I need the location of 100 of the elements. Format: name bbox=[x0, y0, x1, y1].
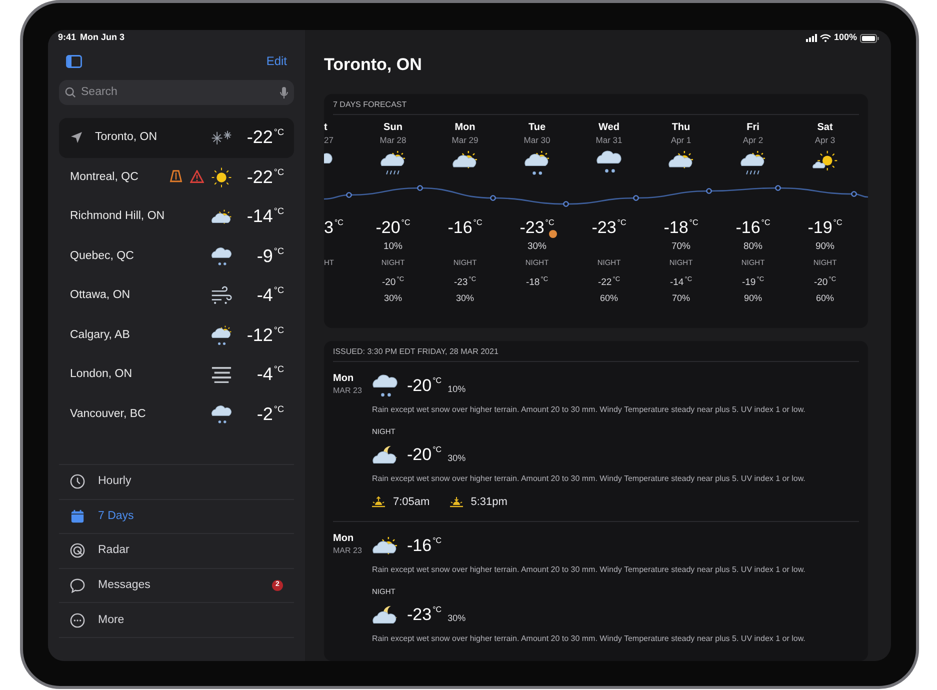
location-arrow-icon bbox=[70, 131, 83, 144]
day-name: Tue bbox=[528, 121, 546, 134]
temperature: -14$^{°C}$ bbox=[246, 205, 284, 228]
search-field[interactable]: Search bbox=[59, 80, 294, 105]
temperature: -16$^{°C}$ bbox=[407, 536, 442, 556]
high-temperature: -19$^{°C}$ bbox=[808, 218, 842, 238]
temperature: -9$^{°C}$ bbox=[256, 244, 284, 268]
day-name: Sun bbox=[384, 121, 402, 134]
date-label: Apr 1 bbox=[670, 134, 692, 146]
precipitation: 10% bbox=[383, 240, 402, 252]
night-temperature: -20$^{°C}$ bbox=[382, 276, 404, 288]
card-heading: 7 DAYS FORECAST bbox=[333, 100, 408, 110]
forecast-description: Rain except wet snow over higher terrain. Amount 20 to 30 mm. Windy Temperature steady near plus 5. UV index 1 or low. bbox=[372, 564, 806, 574]
night-precipitation: 30% bbox=[384, 292, 402, 303]
day-name: Mon bbox=[333, 532, 355, 544]
precipitation: 30% bbox=[448, 452, 466, 466]
radar-icon bbox=[70, 543, 85, 558]
forecast-description: Rain except wet snow over higher terrain. Amount 20 to 30 mm. Windy Temperature steady near plus 5. UV index 1 or low. bbox=[372, 473, 806, 484]
signal-icon bbox=[806, 34, 817, 42]
precipitation: 90% bbox=[815, 240, 834, 252]
date-label: Mar 29 bbox=[452, 134, 478, 146]
night-precipitation: 90% bbox=[744, 292, 762, 303]
precipitation: 10% bbox=[448, 383, 466, 396]
date-label: Mar 30 bbox=[524, 134, 550, 146]
high-temperature: -18$^{°C}$ bbox=[664, 218, 698, 238]
night-temperature: -19$^{°C}$ bbox=[742, 276, 764, 288]
status-time: 9:41 bbox=[58, 31, 76, 44]
snow-cloud-icon bbox=[372, 374, 398, 398]
sidebar-icon bbox=[66, 54, 82, 68]
sun-cloud-icon bbox=[372, 536, 398, 556]
nav-item[interactable]: Hourly bbox=[59, 465, 294, 500]
wifi-icon bbox=[820, 34, 831, 42]
sunset-icon bbox=[450, 496, 463, 508]
battery-percent: 100% bbox=[834, 31, 857, 44]
microphone-icon bbox=[280, 86, 288, 98]
date-label: Apr 3 bbox=[814, 134, 836, 146]
speech-bubble-icon bbox=[70, 578, 85, 594]
location-row[interactable]: Montreal, QC -22$^{°C}$ bbox=[59, 158, 294, 197]
date-label: Mar 31 bbox=[596, 134, 622, 146]
temperature: -22$^{°C}$ bbox=[246, 126, 284, 150]
night-precipitation: 60% bbox=[600, 292, 618, 303]
precipitation: 30% bbox=[527, 240, 546, 252]
date-label: Mar 28 bbox=[380, 134, 406, 146]
search-input[interactable]: Search bbox=[81, 84, 275, 102]
night-precipitation: 60% bbox=[816, 292, 834, 303]
nav-item[interactable]: More bbox=[59, 603, 294, 638]
night-precipitation: 30% bbox=[456, 292, 474, 303]
status-date: Mon Jun 3 bbox=[80, 31, 125, 44]
date-label: Apr 2 bbox=[742, 134, 764, 146]
location-row[interactable]: Richmond Hill, ON -14$^{°C}$ bbox=[59, 197, 294, 236]
night-precipitation: 70% bbox=[672, 292, 690, 303]
moon-cloud-icon bbox=[372, 445, 398, 465]
edit-button[interactable]: Edit bbox=[266, 52, 287, 70]
search-icon bbox=[65, 87, 76, 98]
temperature: -20$^{°C}$ bbox=[407, 445, 442, 465]
day-name: t bbox=[324, 121, 328, 134]
day-name: Thu bbox=[672, 121, 690, 134]
calendar-icon bbox=[70, 508, 85, 524]
moon-cloud-icon bbox=[372, 604, 398, 624]
location-row[interactable]: London, ON -4$^{°C}$ bbox=[59, 355, 294, 394]
sunrise-icon bbox=[372, 496, 385, 508]
battery-icon bbox=[860, 34, 879, 42]
sunrise-time: 7:05am bbox=[393, 495, 430, 510]
precipitation: 70% bbox=[671, 240, 690, 252]
location-row[interactable]: Ottawa, ON -4$^{°C}$ bbox=[59, 276, 294, 316]
night-temperature: -23$^{°C}$ bbox=[454, 276, 476, 288]
high-temperature: -16$^{°C}$ bbox=[736, 218, 770, 238]
high-temperature: -23$^{°C}$ bbox=[592, 218, 626, 238]
high-temperature: -23$^{°C}$ bbox=[520, 218, 554, 238]
issued-label: ISSUED: 3:30 PM EDT FRIDAY, 28 MAR 2021 bbox=[333, 347, 500, 357]
date-label: MAR 23 bbox=[333, 385, 363, 396]
day-name: Sat bbox=[817, 121, 833, 134]
night-temperature: -22$^{°C}$ bbox=[598, 276, 620, 288]
ellipsis-circle-icon bbox=[70, 612, 85, 628]
page-title: Toronto, ON bbox=[324, 55, 423, 75]
forecast-description: Rain except wet snow over higher terrain. Amount 20 to 30 mm. Windy Temperature steady near plus 5. UV index 1 or low. bbox=[372, 404, 806, 415]
temperature: -2$^{°C}$ bbox=[256, 402, 284, 426]
date-label: MAR 23 bbox=[333, 544, 363, 556]
nav-item[interactable]: Radar bbox=[59, 534, 294, 569]
location-row[interactable]: Toronto, ON -22$^{°C}$ bbox=[59, 118, 294, 158]
day-name: Fri bbox=[746, 121, 760, 134]
day-name: Mon bbox=[333, 372, 355, 385]
precipitation: 80% bbox=[743, 240, 762, 252]
day-name: Mon bbox=[454, 121, 476, 134]
temperature: -20$^{°C}$ bbox=[407, 376, 442, 396]
temperature: -12$^{°C}$ bbox=[246, 324, 284, 347]
day-name: Wed bbox=[598, 121, 620, 134]
precipitation: 30% bbox=[448, 612, 466, 625]
night-temperature: -14$^{°C}$ bbox=[670, 276, 692, 288]
location-row[interactable]: Quebec, QC -9$^{°C}$ bbox=[59, 236, 294, 276]
location-row[interactable]: Vancouver, BC -2$^{°C}$ bbox=[59, 394, 294, 434]
temperature: -23$^{°C}$ bbox=[407, 604, 442, 624]
location-row[interactable]: Calgary, AB -12$^{°C}$ bbox=[59, 316, 294, 355]
temperature: -22$^{°C}$ bbox=[246, 166, 284, 189]
high-temperature: -16$^{°C}$ bbox=[448, 218, 482, 238]
clock-icon bbox=[70, 474, 85, 490]
sunset-time: 5:31pm bbox=[470, 495, 508, 510]
temperature: -4$^{°C}$ bbox=[256, 284, 284, 308]
sidebar-toggle-button[interactable] bbox=[66, 54, 82, 68]
nav-item[interactable]: 7 Days bbox=[59, 500, 294, 534]
